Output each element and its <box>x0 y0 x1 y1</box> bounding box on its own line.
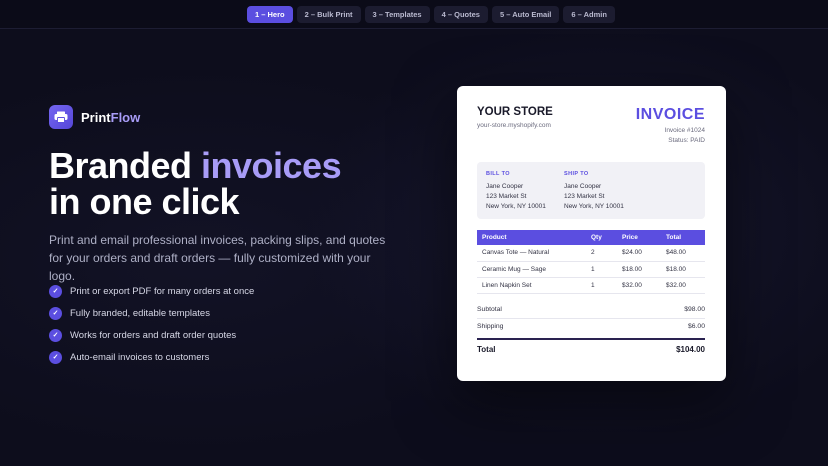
total-divider <box>477 338 705 340</box>
cell-product: Canvas Tote — Natural <box>477 245 586 262</box>
cell-total: $48.00 <box>661 245 705 262</box>
headline-line2: in one click <box>49 181 240 222</box>
tab-quotes[interactable]: 4 – Quotes <box>433 6 488 23</box>
ship-to-label: SHIP TO <box>564 171 589 177</box>
tab-hero[interactable]: 1 – Hero <box>247 6 293 23</box>
ship-to-street: 123 Market St <box>564 193 605 200</box>
cell-price: $18.00 <box>617 261 661 278</box>
tab-auto-email[interactable]: 5 – Auto Email <box>491 6 560 23</box>
line-items-table: Product Qty Price Total Canvas Tote — Na… <box>477 230 705 294</box>
subtotal-value: $98.00 <box>684 306 705 313</box>
cell-price: $24.00 <box>617 245 661 262</box>
cell-product: Linen Napkin Set <box>477 277 586 294</box>
invoice-preview: YOUR STORE your-store.myshopify.com INVO… <box>457 86 726 381</box>
ship-to: SHIP TO Jane Cooper 123 Market St New Yo… <box>564 171 624 212</box>
column-header-price: Price <box>617 230 661 245</box>
total-row: Total $104.00 <box>477 345 705 354</box>
column-header-product: Product <box>477 230 586 245</box>
hero-headline: Branded invoices in one click <box>49 145 342 222</box>
cell-total: $18.00 <box>661 261 705 278</box>
bill-to-street: 123 Market St <box>486 193 527 200</box>
store-name: YOUR STORE <box>477 106 553 118</box>
table-row: Ceramic Mug — Sage 1 $18.00 $18.00 <box>477 261 705 278</box>
feature-item: ✓ Auto-email invoices to customers <box>49 346 254 368</box>
tab-bulk-print[interactable]: 2 – Bulk Print <box>296 6 361 23</box>
cell-total: $32.00 <box>661 277 705 294</box>
brand-name-suffix: Flow <box>110 109 141 125</box>
cell-price: $32.00 <box>617 277 661 294</box>
tab-bar: 1 – Hero 2 – Bulk Print 3 – Templates 4 … <box>247 6 615 23</box>
shipping-row: Shipping $6.00 <box>477 323 705 330</box>
headline-plain: Branded <box>49 145 202 186</box>
feature-item: ✓ Works for orders and draft order quote… <box>49 324 254 346</box>
cell-qty: 1 <box>586 261 617 278</box>
check-icon: ✓ <box>49 328 62 342</box>
tab-templates[interactable]: 3 – Templates <box>364 6 430 23</box>
check-icon: ✓ <box>49 284 62 298</box>
table-row: Canvas Tote — Natural 2 $24.00 $48.00 <box>477 245 705 262</box>
ship-to-city: New York, NY 10001 <box>564 203 624 210</box>
feature-text: Works for orders and draft order quotes <box>70 329 237 341</box>
headline-accent: invoices <box>201 145 342 186</box>
cell-product: Ceramic Mug — Sage <box>477 261 586 278</box>
shipping-value: $6.00 <box>687 323 705 330</box>
table-row: Linen Napkin Set 1 $32.00 $32.00 <box>477 277 705 294</box>
cell-qty: 2 <box>586 245 617 262</box>
check-icon: ✓ <box>49 350 62 364</box>
invoice-title: INVOICE <box>635 106 705 123</box>
bill-to-label: BILL TO <box>486 171 510 177</box>
bill-to-name: Jane Cooper <box>486 183 524 190</box>
brand-name: PrintFlow <box>81 110 140 125</box>
top-nav: 1 – Hero 2 – Bulk Print 3 – Templates 4 … <box>0 0 828 29</box>
printer-icon <box>49 105 73 129</box>
shipping-label: Shipping <box>477 323 504 330</box>
brand-logo: PrintFlow <box>49 105 140 129</box>
store-url: your-store.myshopify.com <box>477 122 551 129</box>
divider <box>477 318 705 319</box>
column-header-qty: Qty <box>586 230 617 245</box>
feature-text: Print or export PDF for many orders at o… <box>70 285 255 297</box>
total-value: $104.00 <box>676 345 705 354</box>
bill-to: BILL TO Jane Cooper 123 Market St New Yo… <box>486 171 546 212</box>
brand-name-prefix: Print <box>81 109 111 125</box>
invoice-status: Status: PAID <box>668 137 705 144</box>
column-header-total: Total <box>661 230 705 245</box>
feature-list: ✓ Print or export PDF for many orders at… <box>49 280 254 368</box>
subtotal-row: Subtotal $98.00 <box>477 306 705 313</box>
feature-item: ✓ Print or export PDF for many orders at… <box>49 280 254 302</box>
hero-subtext: Print and email professional invoices, p… <box>49 233 386 283</box>
invoice-number: Invoice #1024 <box>664 127 705 134</box>
feature-text: Auto-email invoices to customers <box>70 351 210 363</box>
feature-item: ✓ Fully branded, editable templates <box>49 302 254 324</box>
subtotal-label: Subtotal <box>477 306 502 313</box>
check-icon: ✓ <box>49 306 62 320</box>
address-block: BILL TO Jane Cooper 123 Market St New Yo… <box>477 162 705 219</box>
cell-qty: 1 <box>586 277 617 294</box>
feature-text: Fully branded, editable templates <box>70 307 210 319</box>
bill-to-city: New York, NY 10001 <box>486 203 546 210</box>
ship-to-name: Jane Cooper <box>564 183 602 190</box>
total-label: Total <box>477 345 496 354</box>
table-header-row: Product Qty Price Total <box>477 230 705 245</box>
tab-admin[interactable]: 6 – Admin <box>563 6 615 23</box>
